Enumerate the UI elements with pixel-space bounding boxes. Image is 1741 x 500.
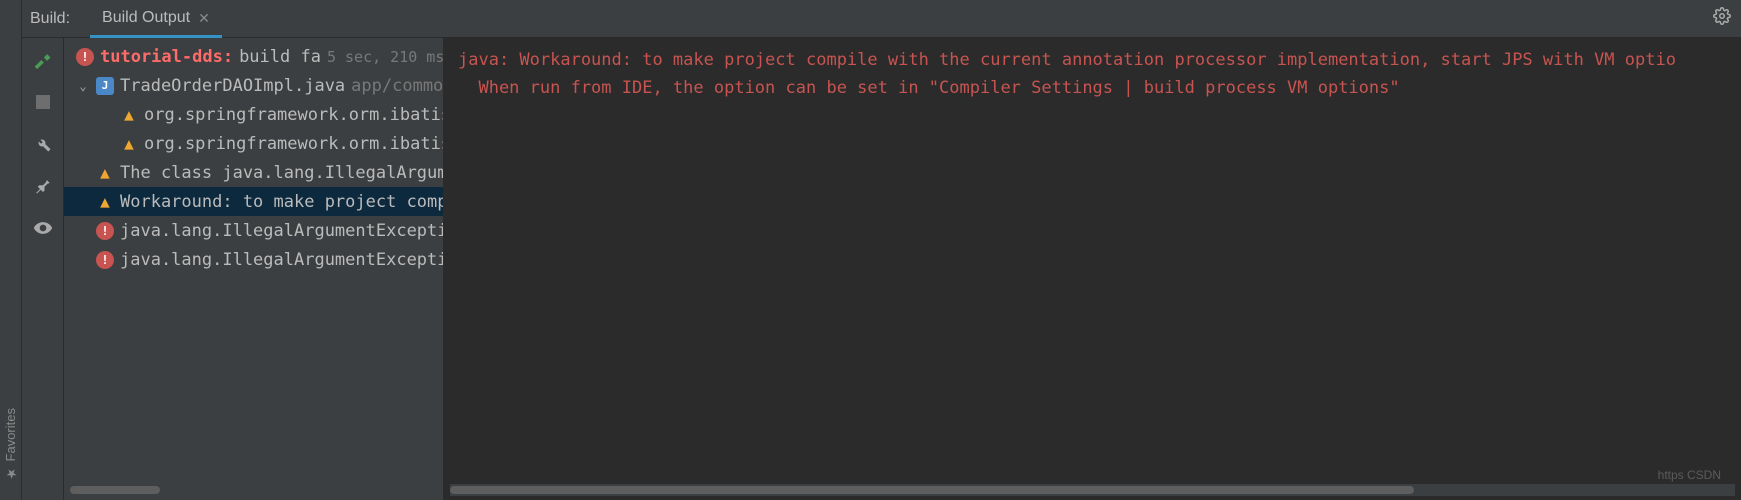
- tree-row-root[interactable]: ! tutorial-dds: build fa 5 sec, 210 ms: [64, 42, 443, 71]
- star-icon: ★: [3, 465, 18, 480]
- root-status: build fa: [239, 47, 321, 67]
- root-name: tutorial-dds:: [100, 47, 233, 67]
- msg-text: Workaround: to make project compi: [120, 192, 443, 212]
- warning-icon: ▲: [120, 106, 138, 124]
- tab-label-text: Build Output: [102, 9, 190, 27]
- favorites-tab[interactable]: ★ Favorites: [3, 408, 18, 480]
- output-panel: java: Workaround: to make project compil…: [444, 38, 1741, 500]
- output-text: java: Workaround: to make project compil…: [444, 38, 1741, 484]
- warning-icon: ▲: [96, 193, 114, 211]
- tree-row-file[interactable]: ⌄ J TradeOrderDAOImpl.java app/common: [64, 71, 443, 100]
- main-area: Build: Build Output ✕: [22, 0, 1741, 500]
- tree-row-warn[interactable]: ▲ The class java.lang.IllegalArgume: [64, 158, 443, 187]
- wrench-icon[interactable]: [33, 134, 53, 154]
- favorites-label-text: Favorites: [3, 408, 18, 461]
- root-timing: 5 sec, 210 ms: [327, 48, 443, 66]
- tab-build-output[interactable]: Build Output ✕: [90, 1, 222, 38]
- file-name: TradeOrderDAOImpl.java: [120, 76, 345, 96]
- close-icon[interactable]: ✕: [198, 10, 210, 27]
- tree-content: ! tutorial-dds: build fa 5 sec, 210 ms ⌄…: [64, 38, 443, 484]
- stop-icon[interactable]: [33, 92, 53, 112]
- error-icon: !: [76, 48, 94, 66]
- msg-text: org.springframework.orm.ibatis: [144, 105, 443, 125]
- error-icon: !: [96, 222, 114, 240]
- tree-panel: ! tutorial-dds: build fa 5 sec, 210 ms ⌄…: [64, 38, 444, 500]
- scrollbar-thumb[interactable]: [70, 486, 160, 494]
- gear-icon: [1713, 7, 1731, 25]
- tool-column: [22, 38, 64, 500]
- tree-row-error[interactable]: ! java.lang.IllegalArgumentExceptio: [64, 245, 443, 274]
- tree-row-error[interactable]: ! java.lang.IllegalArgumentExceptio: [64, 216, 443, 245]
- warning-icon: ▲: [120, 135, 138, 153]
- warning-icon: ▲: [96, 164, 114, 182]
- tree-row-warn[interactable]: ▲ org.springframework.orm.ibatis: [64, 129, 443, 158]
- favorites-sidebar: ★ Favorites: [0, 0, 22, 500]
- tree-row-warn-selected[interactable]: ▲ Workaround: to make project compi: [64, 187, 443, 216]
- build-label: Build:: [30, 10, 70, 28]
- tree-row-warn[interactable]: ▲ org.springframework.orm.ibatis: [64, 100, 443, 129]
- msg-text: org.springframework.orm.ibatis: [144, 134, 443, 154]
- content-row: ! tutorial-dds: build fa 5 sec, 210 ms ⌄…: [22, 38, 1741, 500]
- msg-text: java.lang.IllegalArgumentExceptio: [120, 250, 443, 270]
- tree-scrollbar[interactable]: [70, 484, 437, 496]
- error-icon: !: [96, 251, 114, 269]
- tab-bar: Build: Build Output ✕: [22, 0, 1741, 38]
- output-scrollbar[interactable]: [450, 484, 1735, 496]
- msg-text: java.lang.IllegalArgumentExceptio: [120, 221, 443, 241]
- watermark: https CSDN: [1658, 468, 1721, 482]
- chevron-down-icon[interactable]: ⌄: [76, 79, 90, 93]
- settings-gear[interactable]: [1713, 7, 1741, 30]
- msg-text: The class java.lang.IllegalArgume: [120, 163, 443, 183]
- hammer-icon[interactable]: [33, 50, 53, 70]
- eye-icon[interactable]: [33, 218, 53, 238]
- java-file-icon: J: [96, 77, 114, 95]
- output-line: java: Workaround: to make project compil…: [458, 50, 1676, 70]
- pin-icon[interactable]: [33, 176, 53, 196]
- scrollbar-thumb[interactable]: [450, 486, 1414, 494]
- file-path: app/common: [351, 76, 443, 96]
- output-line: When run from IDE, the option can be set…: [458, 78, 1400, 98]
